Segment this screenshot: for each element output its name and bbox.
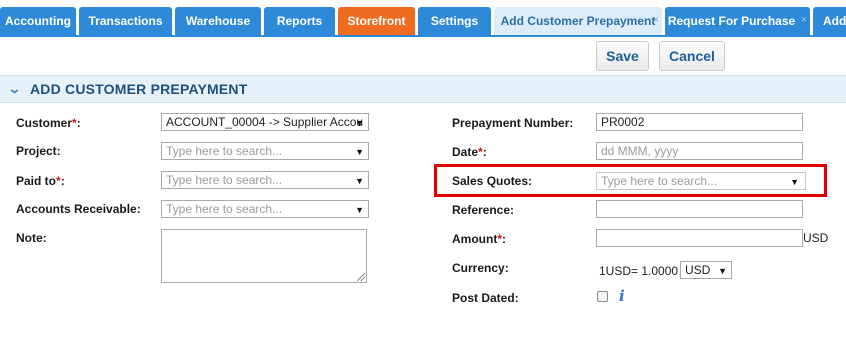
tab-settings[interactable]: Settings: [418, 7, 491, 35]
tab-add[interactable]: Add: [813, 7, 846, 35]
section-header[interactable]: ⌄ ADD CUSTOMER PREPAYMENT: [0, 75, 846, 103]
currency-label: Currency:: [452, 261, 509, 275]
customer-label: Customer*:: [16, 116, 81, 130]
note-textarea[interactable]: [161, 229, 367, 283]
resize-grip-icon[interactable]: [357, 273, 365, 281]
dropdown-arrow-icon[interactable]: ▼: [355, 143, 364, 159]
note-label: Note:: [16, 231, 47, 245]
dropdown-arrow-icon[interactable]: ▼: [718, 262, 727, 280]
info-icon[interactable]: i: [619, 287, 625, 305]
chevron-down-icon[interactable]: ⌄: [7, 81, 21, 97]
accounts-receivable-label: Accounts Receivable:: [16, 202, 141, 216]
amount-input[interactable]: [596, 229, 803, 247]
prepayment-number-input[interactable]: PR0002: [596, 113, 803, 131]
cancel-button[interactable]: Cancel: [659, 41, 725, 71]
currency-select[interactable]: USD ▼: [680, 261, 732, 279]
accounts-receivable-search-input[interactable]: Type here to search... ▼: [161, 200, 369, 218]
date-input[interactable]: dd MMM, yyyy: [596, 142, 803, 160]
reference-input[interactable]: [596, 200, 803, 218]
save-button[interactable]: Save: [596, 41, 649, 71]
post-dated-label: Post Dated:: [452, 291, 519, 305]
tab-accounting[interactable]: Accounting: [0, 7, 76, 35]
date-label: Date*:: [452, 145, 487, 159]
project-label: Project:: [16, 144, 61, 158]
paid-to-label: Paid to*:: [16, 174, 65, 188]
prepayment-number-label: Prepayment Number:: [452, 116, 574, 130]
close-tab-icon[interactable]: ×: [653, 7, 659, 34]
amount-label: Amount*:: [452, 232, 506, 246]
tab-warehouse[interactable]: Warehouse: [175, 7, 261, 35]
tab-add-customer-prepayment[interactable]: Add Customer Prepayment ×: [494, 7, 662, 35]
tab-bar-underline: [0, 35, 846, 37]
reference-label: Reference:: [452, 203, 515, 217]
dropdown-arrow-icon[interactable]: ▼: [355, 114, 364, 130]
paid-to-search-input[interactable]: Type here to search... ▼: [161, 171, 369, 189]
post-dated-checkbox[interactable]: [597, 291, 608, 302]
amount-unit: USD: [803, 231, 829, 245]
tab-transactions[interactable]: Transactions: [79, 7, 172, 35]
sales-quotes-label: Sales Quotes:: [452, 174, 533, 188]
project-search-input[interactable]: Type here to search... ▼: [161, 142, 369, 160]
dropdown-arrow-icon[interactable]: ▼: [790, 173, 799, 189]
tab-reports[interactable]: Reports: [264, 7, 335, 35]
customer-select[interactable]: ACCOUNT_00004 -> Supplier Accou ▼: [161, 113, 369, 131]
tab-bar: Accounting Transactions Warehouse Report…: [0, 0, 846, 37]
dropdown-arrow-icon[interactable]: ▼: [355, 172, 364, 188]
section-title: ADD CUSTOMER PREPAYMENT: [30, 81, 248, 97]
dropdown-arrow-icon[interactable]: ▼: [355, 201, 364, 217]
exchange-rate-text: 1USD= 1.0000: [599, 264, 679, 278]
sales-quotes-search-input[interactable]: Type here to search... ▼: [596, 172, 806, 190]
tab-storefront[interactable]: Storefront: [338, 7, 415, 35]
close-tab-icon[interactable]: ×: [801, 7, 807, 34]
tab-request-for-purchase[interactable]: Request For Purchase ×: [665, 7, 810, 35]
